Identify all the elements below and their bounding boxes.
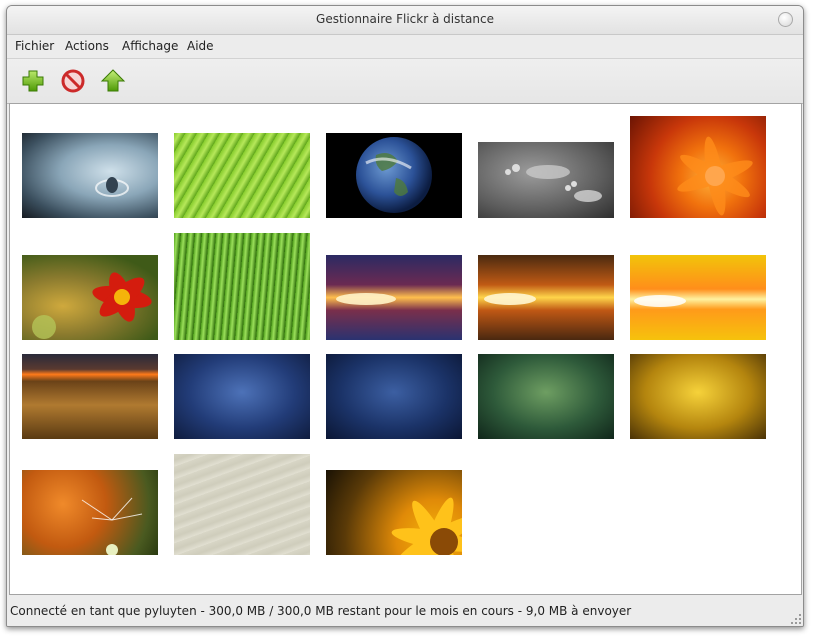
close-button[interactable]	[778, 12, 793, 27]
photo-thumbnail-orange-light-flare[interactable]	[478, 255, 614, 340]
resize-grip-icon[interactable]	[791, 614, 801, 624]
photo-gallery[interactable]	[9, 103, 802, 595]
add-plus-icon	[22, 70, 44, 92]
status-text: Connecté en tant que pyluyten - 300,0 MB…	[10, 604, 632, 618]
status-bar: Connecté en tant que pyluyten - 300,0 MB…	[7, 598, 803, 626]
menu-affichage[interactable]: Affichage	[122, 39, 178, 53]
daisy-image	[391, 497, 462, 555]
photo-thumbnail-orange-flower[interactable]	[630, 116, 766, 218]
photo-thumbnail-green-leaf[interactable]	[174, 133, 310, 218]
photo-thumbnail-wood-planks[interactable]	[174, 454, 310, 555]
photo-thumbnail-earth[interactable]	[326, 133, 462, 218]
photo-thumbnail-dandelion[interactable]	[22, 470, 158, 555]
photo-thumbnail-grass[interactable]	[174, 233, 310, 340]
photo-thumbnail-water-drop[interactable]	[22, 133, 158, 218]
menu-fichier[interactable]: Fichier	[15, 39, 54, 53]
photo-thumbnail-water-footprint[interactable]	[478, 142, 614, 218]
marigold-image	[32, 272, 152, 339]
photo-thumbnail-blue-light-flare[interactable]	[326, 255, 462, 340]
photo-thumbnail-blue-texture-dark[interactable]	[326, 354, 462, 439]
photo-thumbnail-blue-texture[interactable]	[174, 354, 310, 439]
photo-thumbnail-desert-sunset[interactable]	[22, 354, 158, 439]
flare-image-2	[484, 293, 536, 305]
add-button[interactable]	[20, 68, 46, 94]
dandelion-image	[81, 497, 143, 555]
upload-arrow-icon	[100, 69, 126, 92]
photo-thumbnail-yellow-daisy[interactable]	[326, 470, 462, 555]
flare-image-3	[634, 295, 686, 307]
title-bar[interactable]: Gestionnaire Flickr à distance	[7, 6, 803, 35]
photo-thumbnail-gold-texture[interactable]	[630, 354, 766, 439]
remove-circle-icon	[61, 69, 85, 93]
footprint-image	[505, 164, 602, 202]
menu-actions[interactable]: Actions	[65, 39, 109, 53]
photo-thumbnail-yellow-light-flare[interactable]	[630, 255, 766, 340]
orange-flower-image	[677, 136, 753, 216]
toolbar	[7, 58, 803, 104]
menu-bar: Fichier Actions Affichage Aide	[7, 35, 803, 57]
upload-button[interactable]	[100, 68, 126, 94]
window-title: Gestionnaire Flickr à distance	[316, 12, 494, 26]
water-drop-image	[95, 177, 129, 197]
app-window: Gestionnaire Flickr à distance Fichier A…	[6, 5, 804, 627]
menu-aide[interactable]: Aide	[187, 39, 214, 53]
photo-thumbnail-red-marigold[interactable]	[22, 255, 158, 340]
photo-thumbnail-green-texture[interactable]	[478, 354, 614, 439]
remove-button[interactable]	[60, 68, 86, 94]
earth-image	[356, 137, 432, 213]
flare-image	[336, 293, 396, 305]
